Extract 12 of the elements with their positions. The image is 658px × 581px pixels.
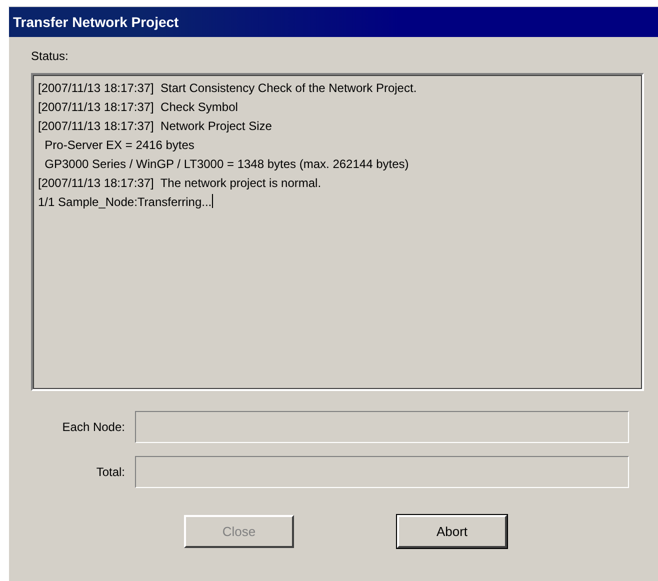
status-label: Status: bbox=[31, 49, 70, 65]
progress-label: Total: bbox=[95, 465, 126, 479]
window-title: Transfer Network Project bbox=[9, 7, 658, 37]
log-line: [2007/11/13 18:17:37] Network Project Size bbox=[38, 118, 273, 135]
log-line: [2007/11/13 18:17:37] Check Symbol bbox=[38, 99, 239, 116]
progress-label: Each Node: bbox=[61, 420, 126, 434]
log-line: [2007/11/13 18:17:37] Start Consistency Check of the Network Project. bbox=[38, 80, 418, 97]
abort-button[interactable]: Abort bbox=[397, 515, 507, 548]
log-line: [2007/11/13 18:17:37] The network project is normal. bbox=[38, 175, 322, 192]
log-line: 1/1 Sample_Node:Transferring... bbox=[38, 193, 214, 211]
log-line: GP3000 Series / WinGP / LT3000 = 1348 bytes (max. 262144 bytes) bbox=[44, 156, 410, 173]
log-line: Pro-Server EX = 2416 bytes bbox=[44, 137, 196, 154]
